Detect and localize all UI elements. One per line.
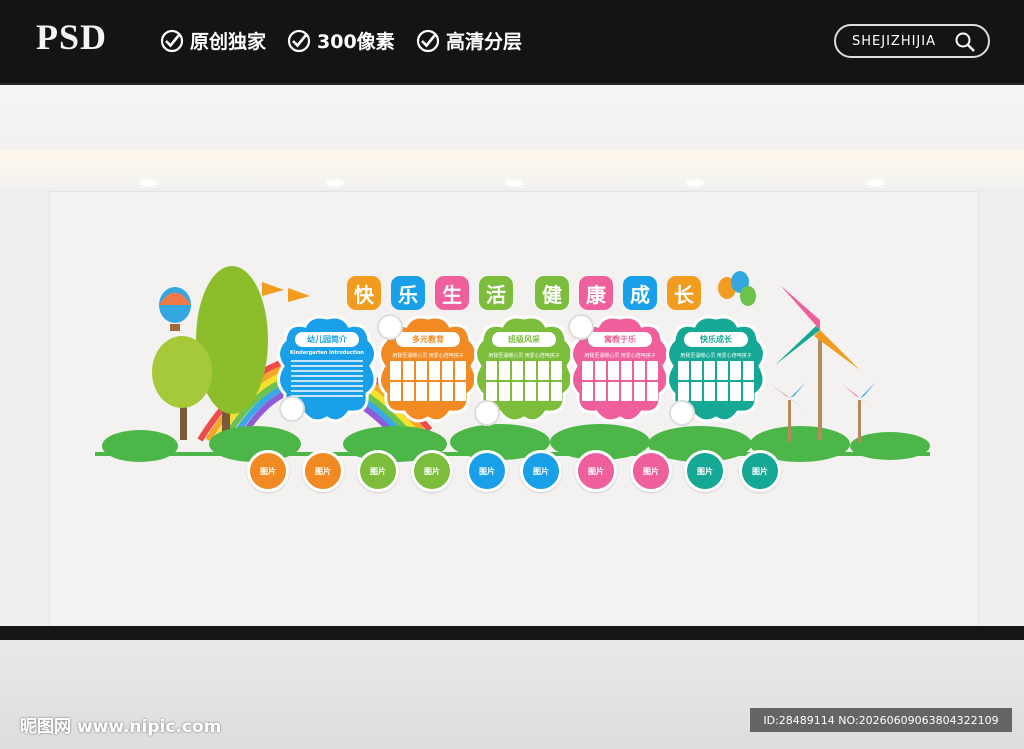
paper-plane-illustration bbox=[262, 282, 310, 302]
lion-icon bbox=[279, 396, 305, 422]
section-slogan: 用我至温暖心灵 用爱心倍呵孩子 bbox=[488, 353, 560, 359]
ground-line bbox=[95, 452, 930, 456]
photo-grid bbox=[582, 361, 658, 401]
photo-circle: 图片 bbox=[302, 450, 344, 492]
photo-grid bbox=[678, 361, 754, 401]
intro-subheading: Kindergarten Introduction bbox=[290, 350, 364, 356]
section-heading: 快乐成长 bbox=[684, 332, 748, 347]
photo-grid bbox=[486, 361, 562, 401]
intro-text-block bbox=[291, 360, 363, 400]
title-char: 康 bbox=[579, 276, 613, 310]
photo-circle: 图片 bbox=[357, 450, 399, 492]
photo-circle: 图片 bbox=[466, 450, 508, 492]
photo-circle: 图片 bbox=[411, 450, 453, 492]
balloons-illustration bbox=[718, 271, 756, 306]
title-char: 活 bbox=[479, 276, 513, 310]
photo-circle: 图片 bbox=[575, 450, 617, 492]
section-heading: 班级风采 bbox=[492, 332, 556, 347]
frog-icon bbox=[377, 314, 403, 340]
section-heading: 多元教育 bbox=[396, 332, 460, 347]
section-heading: 寓教于乐 bbox=[588, 332, 652, 347]
title-char: 快 bbox=[347, 276, 381, 310]
site-watermark: 昵图网 www.nipic.com bbox=[20, 717, 222, 737]
section-slogan: 用我至温暖心灵 用爱心倍呵孩子 bbox=[392, 353, 464, 359]
photo-circle: 图片 bbox=[630, 450, 672, 492]
cat-icon bbox=[568, 314, 594, 340]
bear-icon bbox=[474, 400, 500, 426]
section-slogan: 用我至温暖心灵 用爱心倍呵孩子 bbox=[680, 353, 752, 359]
title-char: 生 bbox=[435, 276, 469, 310]
title-char: 乐 bbox=[391, 276, 425, 310]
section-heading: 幼儿园简介 bbox=[295, 332, 359, 347]
photo-grid bbox=[390, 361, 466, 401]
title-char: 长 bbox=[667, 276, 701, 310]
pig-icon bbox=[669, 400, 695, 426]
photo-circle: 图片 bbox=[520, 450, 562, 492]
photo-circle: 图片 bbox=[247, 450, 289, 492]
hot-air-balloon-illustration bbox=[159, 287, 191, 331]
photo-circle: 图片 bbox=[684, 450, 726, 492]
section-slogan: 用我至温暖心灵 用爱心倍呵孩子 bbox=[584, 353, 656, 359]
photo-circle: 图片 bbox=[739, 450, 781, 492]
pinwheel-illustration bbox=[770, 285, 876, 442]
title-char: 成 bbox=[623, 276, 657, 310]
image-id-watermark: ID:28489114 NO:20260609063804322109 bbox=[750, 708, 1012, 732]
title-char: 健 bbox=[535, 276, 569, 310]
